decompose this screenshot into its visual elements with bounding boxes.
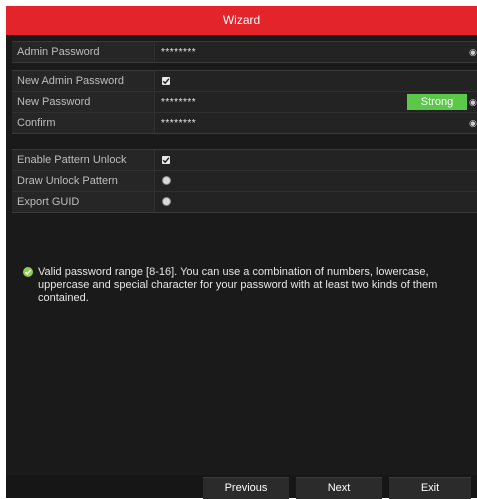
ok-check-icon	[23, 267, 33, 277]
new-admin-password-cell	[156, 71, 477, 91]
admin-password-label: Admin Password	[12, 42, 155, 62]
password-hint: Valid password range [8-16]. You can use…	[23, 266, 463, 305]
exit-button[interactable]: Exit	[389, 477, 471, 499]
new-admin-password-checkbox[interactable]	[162, 77, 170, 85]
enable-pattern-unlock-cell	[156, 150, 477, 170]
wizard-window: Wizard Admin Password ******** ◉ New Adm…	[0, 0, 477, 499]
draw-unlock-pattern-button[interactable]	[163, 177, 170, 184]
enable-pattern-unlock-label: Enable Pattern Unlock	[12, 150, 155, 170]
enable-pattern-unlock-row: Enable Pattern Unlock	[12, 150, 477, 171]
new-admin-password-label: New Admin Password	[12, 71, 155, 91]
admin-password-group: Admin Password ******** ◉	[12, 41, 477, 63]
new-password-value: ********	[161, 97, 197, 108]
admin-password-field[interactable]: ******** ◉	[156, 42, 477, 62]
new-password-row: New Password ******** Strong ◉	[12, 92, 477, 113]
password-hint-text: Valid password range [8-16]. You can use…	[38, 266, 438, 304]
show-password-icon[interactable]: ◉	[469, 47, 477, 57]
confirm-password-value: ********	[161, 118, 197, 129]
export-guid-row: Export GUID	[12, 192, 477, 212]
show-password-icon[interactable]: ◉	[469, 118, 477, 128]
password-strength-badge: Strong	[407, 94, 467, 110]
draw-unlock-pattern-row: Draw Unlock Pattern	[12, 171, 477, 192]
confirm-password-field[interactable]: ******** ◉	[156, 113, 477, 133]
wizard-content: Admin Password ******** ◉ New Admin Pass…	[6, 35, 477, 499]
enable-pattern-unlock-checkbox[interactable]	[162, 156, 170, 164]
confirm-label: Confirm	[12, 113, 155, 133]
show-password-icon[interactable]: ◉	[469, 97, 477, 107]
confirm-row: Confirm ******** ◉	[12, 113, 477, 133]
check-icon	[162, 78, 170, 85]
previous-button[interactable]: Previous	[203, 477, 289, 499]
next-button[interactable]: Next	[296, 477, 382, 499]
pattern-unlock-group: Enable Pattern Unlock Draw Unlock Patter…	[12, 149, 477, 213]
check-icon	[162, 157, 170, 164]
admin-password-value: ********	[161, 47, 197, 58]
new-password-field[interactable]: ******** Strong ◉	[156, 92, 477, 112]
new-admin-password-row: New Admin Password	[12, 71, 477, 92]
window-title: Wizard	[6, 6, 477, 35]
new-password-group: New Admin Password New Password ********…	[12, 70, 477, 134]
export-guid-button[interactable]	[163, 198, 170, 205]
draw-unlock-pattern-label: Draw Unlock Pattern	[12, 171, 155, 191]
draw-unlock-pattern-cell	[156, 171, 477, 191]
export-guid-label: Export GUID	[12, 192, 155, 212]
new-password-label: New Password	[12, 92, 155, 112]
admin-password-row: Admin Password ******** ◉	[12, 42, 477, 62]
export-guid-cell	[156, 192, 477, 212]
